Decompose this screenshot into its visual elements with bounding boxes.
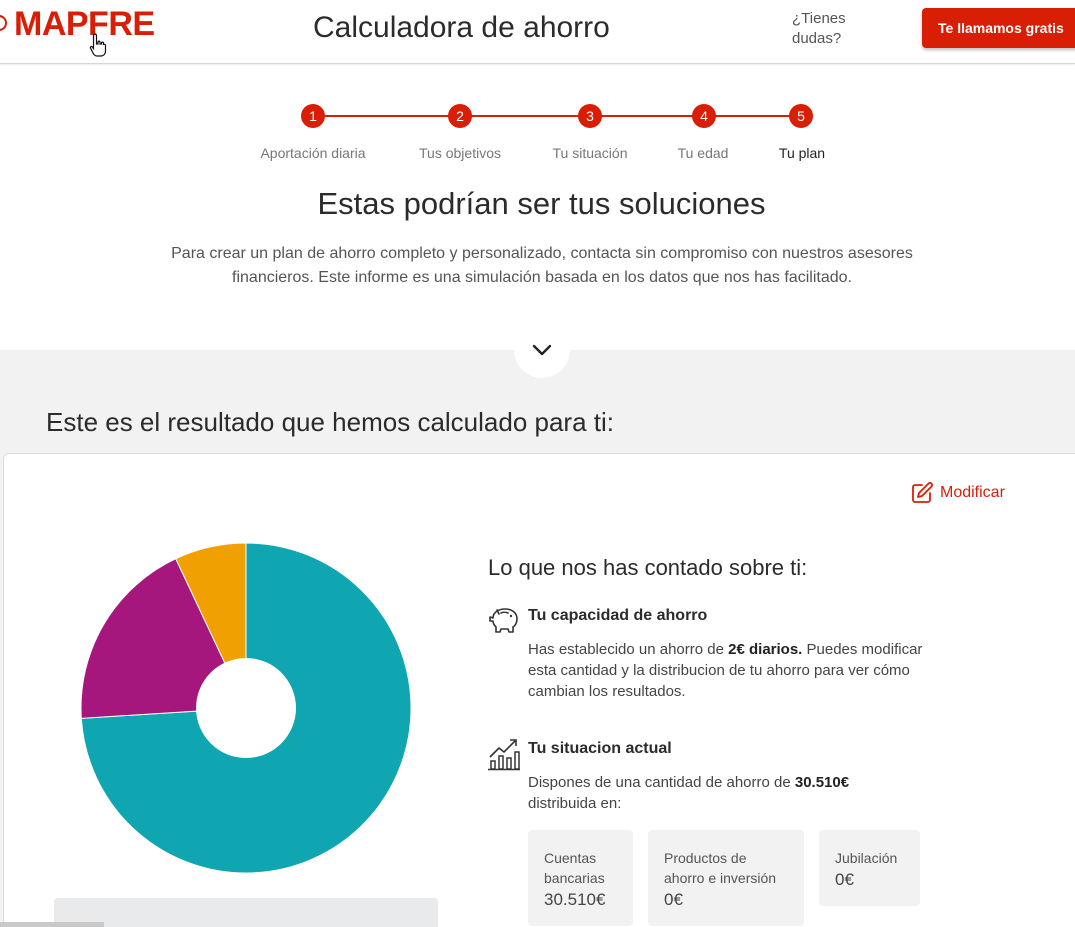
- stepper-line: [313, 115, 801, 117]
- situation-text-part: distribuida en:: [528, 795, 622, 812]
- tile-label: Jubilación: [835, 850, 898, 866]
- step-3-label: Tu situación: [552, 145, 628, 161]
- capacity-text: Has establecido un ahorro de 2€ diarios.…: [528, 639, 938, 702]
- page-title: Calculadora de ahorro: [313, 11, 610, 44]
- solutions-description: Para crear un plan de ahorro completo y …: [171, 245, 913, 286]
- hand-cursor-icon: [89, 33, 107, 57]
- result-title: Este es el resultado que hemos calculado…: [46, 407, 615, 437]
- tile-value: 30.510€: [544, 890, 606, 909]
- situation-title: Tu situacion actual: [528, 740, 672, 757]
- situation-text-part: Dispones de una cantidad de ahorro de: [528, 774, 795, 791]
- step-1-label: Aportación diaria: [260, 145, 366, 161]
- mapfre-logo[interactable]: MAPFRE: [14, 5, 155, 44]
- step-1-dot[interactable]: 1: [301, 104, 325, 128]
- tile-bank-accounts: Cuentas bancarias 30.510€: [528, 830, 633, 926]
- step-2-dot[interactable]: 2: [448, 104, 472, 128]
- step-3-dot[interactable]: 3: [578, 104, 602, 128]
- growth-chart-icon: [488, 739, 520, 771]
- header: MAPFRE Calculadora de ahorro ¿Tienes dud…: [0, 0, 1075, 64]
- call-me-button[interactable]: Te llamamos gratis: [922, 8, 1075, 48]
- logo-ring-icon: [0, 15, 7, 31]
- step-5-label: Tu plan: [778, 145, 826, 161]
- capacity-text-part: Has establecido un ahorro de: [528, 641, 729, 658]
- tile-savings-products: Productos de ahorro e inversión 0€: [648, 830, 804, 926]
- situation-text: Dispones de una cantidad de ahorro de 30…: [528, 772, 918, 814]
- tile-label: Productos de ahorro e inversión: [664, 850, 777, 886]
- chevron-down-icon: [532, 344, 552, 356]
- about-title: Lo que nos has contado sobre ti:: [488, 555, 808, 580]
- situation-amount: 30.510€: [794, 774, 850, 791]
- step-2-label: Tus objetivos: [419, 145, 501, 161]
- donut-hole: [196, 658, 296, 758]
- step-5-dot[interactable]: 5: [789, 104, 813, 128]
- step-4-dot[interactable]: 4: [692, 104, 716, 128]
- horizontal-scrollbar[interactable]: [0, 922, 104, 927]
- piggy-bank-icon: [489, 608, 518, 633]
- chart-legend-box: [54, 898, 438, 927]
- modify-button[interactable]: Modificar: [910, 481, 1005, 505]
- solutions-title: Estas podrían ser tus soluciones: [317, 186, 766, 221]
- modify-label: Modificar: [940, 484, 1005, 501]
- edit-icon: [912, 482, 933, 503]
- tile-value: 0€: [835, 870, 854, 889]
- capacity-title: Tu capacidad de ahorro: [528, 607, 708, 624]
- savings-donut-chart: [80, 542, 412, 874]
- step-4-label: Tu edad: [677, 145, 729, 161]
- help-link[interactable]: ¿Tienes dudas?: [792, 9, 862, 49]
- scroll-down-button[interactable]: [514, 322, 570, 378]
- capacity-amount: 2€ diarios.: [728, 641, 803, 658]
- tile-label: Cuentas bancarias: [544, 850, 605, 886]
- tile-value: 0€: [664, 890, 683, 909]
- tile-retirement: Jubilación 0€: [819, 830, 920, 906]
